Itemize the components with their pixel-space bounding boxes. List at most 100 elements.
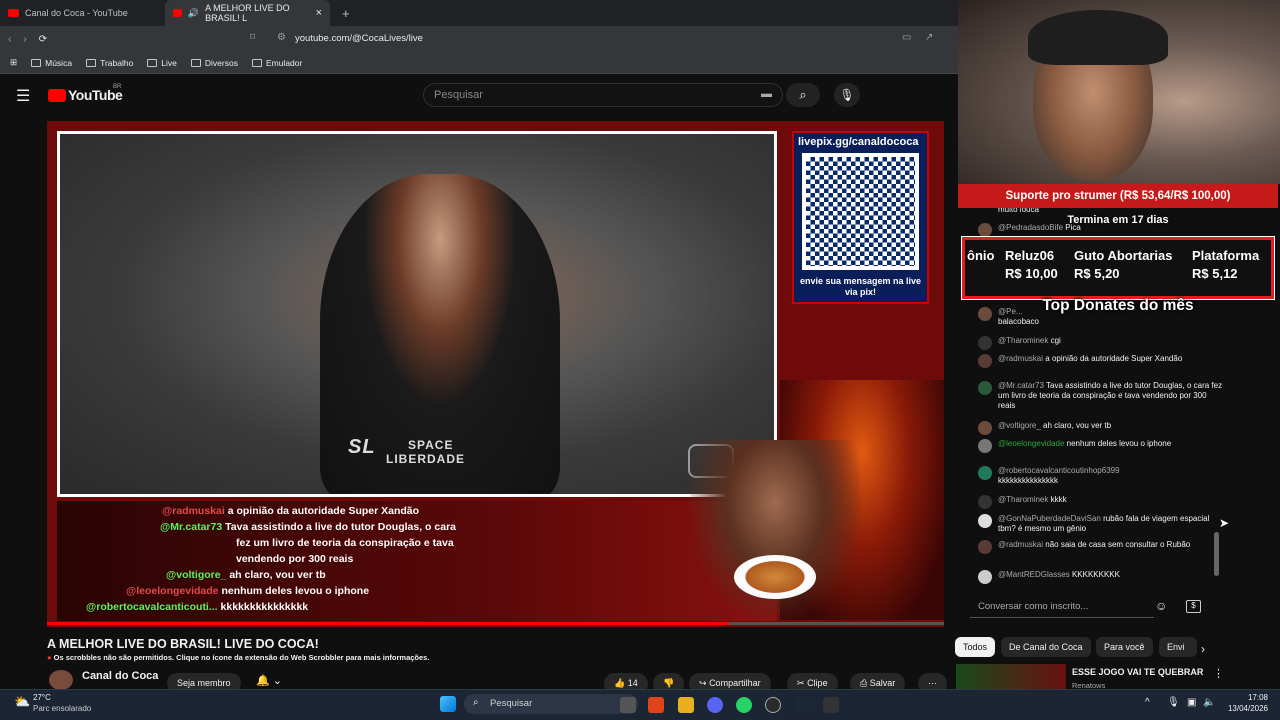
overlay-chat-line: @radmuskai a opinião da autoridade Super… [162, 505, 420, 517]
share-icon: ↪ [699, 678, 707, 688]
windows-taskbar [0, 689, 1280, 720]
back-icon[interactable]: ‹ [8, 34, 11, 45]
bookmark-folder[interactable]: Live [147, 58, 177, 68]
search-input[interactable]: Pesquisar [423, 83, 783, 107]
video-title: A MELHOR LIVE DO BRASIL! LIVE DO COCA! [47, 637, 319, 651]
bookmark-folder[interactable]: Trabalho [86, 58, 133, 68]
top-donates-box: ônio Reluz06 R$ 10,00 Guto Abortarias R$ 5… [961, 236, 1275, 300]
discord-icon[interactable] [707, 697, 723, 713]
save-icon: ⎙ [860, 678, 868, 688]
browser-tab-bar: Canal do Coca - YouTube 🔊 A MELHOR LIVE … [0, 0, 958, 26]
apps-icon[interactable]: ⊞ [10, 57, 17, 68]
top-donates-title: Top Donates do mês [1042, 297, 1194, 314]
browser-tab-active[interactable]: 🔊 A MELHOR LIVE DO BRASIL! L × [165, 0, 330, 26]
chip-for-you[interactable]: Para você [1096, 637, 1153, 657]
overlay-chat-line: @robertocavalcanticouti... kkkkkkkkkkkkk… [86, 601, 309, 613]
folder-icon [86, 58, 97, 67]
chat-message: @radmuskai não saia de casa sem consulta… [978, 540, 1223, 554]
bookmark-icon[interactable]: ⌑ [250, 32, 255, 43]
scrobble-notice: ● Os scrobbles não são permitidos. Cliqu… [47, 653, 430, 662]
speaker-icon: 🔊 [187, 7, 200, 18]
youtube-favicon-icon [173, 9, 182, 17]
url-field[interactable]: youtube.com/@CocaLives/live [295, 33, 423, 44]
bookmark-folder[interactable]: Música [31, 58, 72, 68]
folder-icon [190, 58, 201, 67]
avatar [978, 570, 992, 584]
address-bar-row: ‹ › ⟳ ⌑ ⚙ youtube.com/@CocaLives/live ▭ … [0, 26, 958, 52]
keyboard-icon[interactable]: ▬ [761, 88, 772, 100]
related-title[interactable]: ESSE JOGO VAI TE QUEBRAR [1072, 667, 1203, 677]
chat-message: @radmuskai a opinião da autoridade Super… [978, 354, 1223, 368]
chip-all[interactable]: Todos [955, 637, 996, 657]
donor-entry: Plataforma R$ 5,12 [1192, 248, 1260, 281]
folder-icon [31, 58, 42, 67]
donor-entry: ônio [967, 248, 995, 263]
chip-channel[interactable]: De Canal do Coca [1001, 637, 1091, 657]
related-thumbnail[interactable] [956, 664, 1066, 690]
cast-icon[interactable]: ▭ [902, 32, 911, 43]
avatar [978, 439, 992, 453]
notifications-bell-icon[interactable]: 🔔 ⌄ [256, 674, 282, 687]
youtube-logo-icon[interactable] [48, 89, 66, 102]
goal-deadline: Termina em 17 dias [1067, 214, 1169, 226]
mouse-cursor-icon: ➤ [1219, 516, 1230, 530]
mic-tray-icon[interactable]: 🎙 [1167, 697, 1180, 708]
close-tab-icon[interactable]: × [316, 7, 322, 19]
bookmark-folder[interactable]: Emulador [251, 58, 302, 68]
chat-input[interactable]: Conversar como inscrito... [970, 596, 1154, 618]
tray-chevron-icon[interactable]: ^ [1145, 697, 1150, 708]
search-icon: ⌕ [473, 697, 479, 708]
bookmark-label: Live [161, 57, 177, 68]
overlay-chat-line: @voltigore_ ah claro, vou ver tb [166, 569, 326, 581]
livepix-panel: livepix.gg/canaldococa envie sua mensage… [792, 131, 929, 304]
avatar [978, 354, 992, 368]
app-icon[interactable] [823, 697, 839, 713]
chat-message: @voltigore_ ah claro, vou ver tb [978, 421, 1223, 435]
task-view-icon[interactable] [620, 697, 636, 713]
file-explorer-icon[interactable] [678, 697, 694, 713]
overlay-chat-line: @leoelongevidade nenhum deles levou o ip… [126, 585, 370, 597]
emoji-icon[interactable]: ☺ [1155, 599, 1167, 613]
chat-message: @leoelongevidade nenhum deles levou o ip… [978, 439, 1223, 453]
new-tab-icon[interactable]: + [342, 6, 350, 21]
streamer-cap [1028, 10, 1168, 65]
weather-temp[interactable]: 27°C [33, 693, 51, 702]
clock-time[interactable]: 17:08 [1220, 693, 1268, 702]
taskbar-search[interactable]: Pesquisar [464, 694, 638, 714]
thumbs-down-icon: 👎 [663, 678, 675, 688]
chat-scrollbar[interactable] [1214, 532, 1219, 576]
super-chat-icon[interactable]: $ [1186, 600, 1201, 613]
menu-icon[interactable]: ☰ [16, 86, 30, 106]
site-info-icon[interactable]: ⚙ [277, 32, 286, 43]
microphone-icon[interactable]: 🎙 [834, 83, 860, 107]
volume-icon[interactable]: 🔈 [1203, 697, 1215, 708]
related-chips: Todos De Canal do Coca Para você Envi [955, 637, 1215, 657]
food-plate [734, 555, 816, 599]
obs-icon[interactable] [765, 697, 781, 713]
channel-name[interactable]: Canal do Coca [82, 670, 158, 682]
chevron-right-icon[interactable]: › [1201, 642, 1205, 656]
channel-avatar[interactable] [49, 670, 73, 690]
steam-icon[interactable] [794, 697, 810, 713]
youtube-favicon-icon [8, 9, 19, 17]
weather-icon[interactable]: ⛅ [14, 694, 30, 710]
weather-desc[interactable]: Parc ensolarado [33, 704, 91, 713]
browser-tab[interactable]: Canal do Coca - YouTube [0, 0, 165, 26]
chip-sent[interactable]: Envi [1159, 637, 1197, 657]
share-icon[interactable]: ↗ [925, 32, 933, 43]
reload-icon[interactable]: ⟳ [39, 34, 47, 45]
forward-icon[interactable]: › [23, 34, 26, 45]
news-clip-frame: SL SPACE LIBERDADE [57, 131, 777, 497]
search-icon[interactable]: ⌕ [786, 83, 820, 107]
avatar [978, 381, 992, 395]
windows-start-icon[interactable] [440, 696, 456, 712]
thumbs-up-icon: 👍 [614, 678, 626, 688]
streamer-webcam [958, 0, 1280, 184]
more-vert-icon[interactable]: ⋮ [1213, 667, 1224, 680]
network-icon[interactable]: ▣ [1187, 697, 1196, 708]
live-progress-bar[interactable] [47, 622, 944, 625]
brave-browser-icon[interactable] [648, 697, 664, 713]
bookmark-folder[interactable]: Diversos [190, 58, 238, 68]
whatsapp-icon[interactable] [736, 697, 752, 713]
clock-date[interactable]: 13/04/2026 [1220, 704, 1268, 713]
